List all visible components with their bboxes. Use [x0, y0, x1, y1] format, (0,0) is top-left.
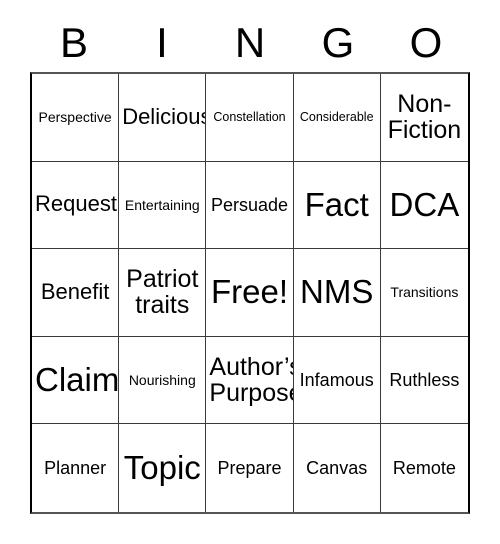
bingo-cell-label: Persuade [210, 194, 289, 215]
bingo-cell-r2c3[interactable]: Persuade [206, 161, 294, 250]
bingo-cell-label: Non- Fiction [387, 90, 462, 145]
bingo-cell-r3c4[interactable]: NMS [293, 249, 381, 337]
bingo-cell-label: Entertaining [124, 196, 200, 213]
bingo-cell-label: Topic [123, 449, 201, 487]
bingo-header-letter-n: N [234, 19, 266, 66]
bingo-cell-label: Delicious [122, 103, 207, 129]
bingo-cell-label: Fact [304, 185, 369, 223]
bingo-cell-label: Nourishing [128, 371, 196, 388]
bingo-cell-label: Considerable [299, 109, 374, 124]
bingo-cell-r5c3[interactable]: Prepare [206, 424, 294, 512]
bingo-cell-r3c5[interactable]: Transitions [380, 249, 468, 337]
bingo-cell-r1c5[interactable]: Non- Fiction [380, 74, 468, 162]
bingo-cell-r4c1[interactable]: Claim [32, 336, 120, 425]
bingo-header-letter-b: B [59, 19, 88, 66]
bingo-cell-r3c1[interactable]: Benefit [32, 249, 120, 337]
bingo-cell-r4c2[interactable]: Nourishing [119, 336, 207, 425]
bingo-header: B I N G O [30, 14, 470, 72]
bingo-cell-r2c5[interactable]: DCA [380, 161, 468, 250]
bingo-cell-label: Claim [35, 360, 120, 398]
bingo-header-letter-i: I [156, 19, 168, 66]
bingo-cell-label: Prepare [217, 457, 282, 478]
bingo-cell-label: Benefit [40, 279, 110, 305]
bingo-cell-label: Author’s Purpose [209, 353, 294, 408]
bingo-cell-r5c2[interactable]: Topic [119, 424, 207, 512]
bingo-cell-label: Request [35, 191, 117, 217]
bingo-cell-label: Remote [392, 457, 456, 478]
bingo-cell-label: Infamous [299, 369, 374, 390]
bingo-header-letter-g: G [321, 19, 355, 66]
bingo-cell-r2c4[interactable]: Fact [293, 161, 381, 250]
bingo-cell-label: Perspective [38, 109, 112, 126]
bingo-cell-r5c1[interactable]: Planner [32, 424, 120, 512]
bingo-cell-label: Canvas [306, 457, 368, 478]
bingo-cell-r5c4[interactable]: Canvas [293, 424, 381, 512]
bingo-cell-label: Patriot traits [126, 265, 199, 320]
bingo-card: B I N G O Perspective Delicious Constell… [0, 0, 500, 544]
bingo-grid: Perspective Delicious Constellation Cons… [30, 72, 470, 514]
bingo-cell-r1c4[interactable]: Considerable [293, 74, 381, 162]
bingo-cell-free-space[interactable]: Free! [206, 249, 294, 337]
bingo-cell-label: Free! [210, 273, 288, 311]
bingo-cell-label: Constellation [213, 109, 286, 124]
bingo-cell-r3c2[interactable]: Patriot traits [119, 249, 207, 337]
bingo-cell-r5c5[interactable]: Remote [380, 424, 468, 512]
bingo-cell-label: Planner [44, 457, 107, 478]
bingo-cell-r4c3[interactable]: Author’s Purpose [206, 336, 294, 425]
bingo-cell-label: Transitions [390, 284, 459, 301]
bingo-cell-r4c4[interactable]: Infamous [293, 336, 381, 425]
bingo-cell-label: Ruthless [389, 369, 460, 390]
bingo-header-letter-o: O [409, 19, 443, 66]
bingo-cell-label: DCA [389, 185, 460, 223]
bingo-cell-label: NMS [300, 273, 374, 311]
bingo-cell-r2c1[interactable]: Request [32, 161, 120, 250]
bingo-cell-r1c3[interactable]: Constellation [206, 74, 294, 162]
bingo-cell-r1c2[interactable]: Delicious [119, 74, 207, 162]
bingo-cell-r1c1[interactable]: Perspective [32, 74, 120, 162]
bingo-cell-r2c2[interactable]: Entertaining [119, 161, 207, 250]
bingo-cell-r4c5[interactable]: Ruthless [380, 336, 468, 425]
